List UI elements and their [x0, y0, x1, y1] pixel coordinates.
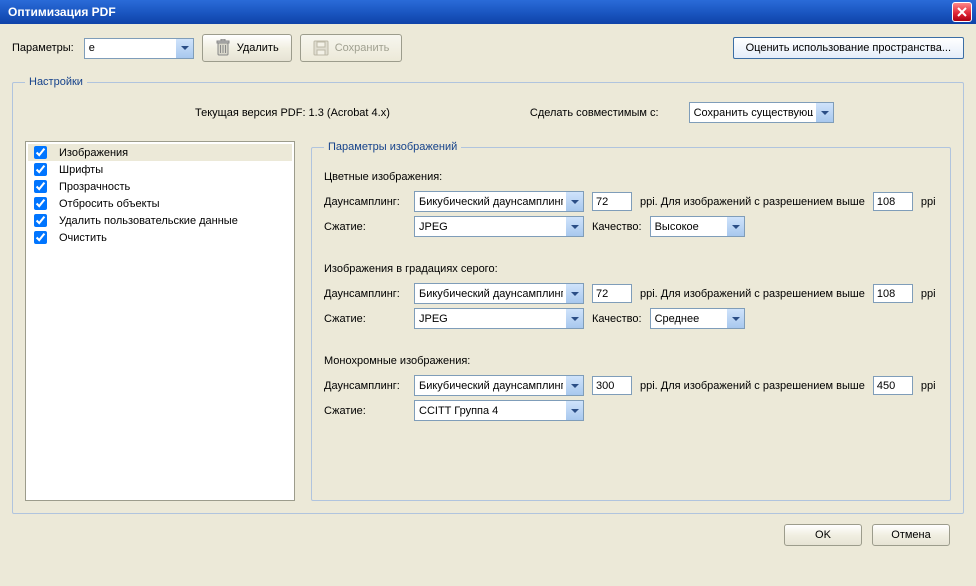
sidebar-checkbox[interactable]	[34, 197, 47, 210]
compress-combo[interactable]: JPEG	[414, 216, 584, 237]
window-title: Оптимизация PDF	[8, 5, 116, 19]
downsample-label: Даунсамплинг:	[324, 380, 406, 392]
dpi-input[interactable]	[592, 284, 632, 303]
ppi-suffix: ppi	[921, 196, 936, 208]
sidebar-checkbox[interactable]	[34, 163, 47, 176]
quality-combo[interactable]: Высокое	[650, 216, 745, 237]
sidebar-item-label: Шрифты	[59, 164, 103, 176]
pdf-version-label: Текущая версия PDF: 1.3 (Acrobat 4.x)	[195, 107, 390, 119]
save-button-label: Сохранить	[335, 42, 390, 54]
sidebar-item[interactable]: Удалить пользовательские данные	[28, 212, 292, 229]
quality-label: Качество:	[592, 221, 642, 233]
compat-combo[interactable]: Сохранить существующую	[689, 102, 834, 123]
trash-icon	[215, 39, 231, 57]
compress-label: Сжатие:	[324, 405, 406, 417]
compress-combo[interactable]: CCITT Группа 4	[414, 400, 584, 421]
sidebar-item[interactable]: Изображения	[28, 144, 292, 161]
dialog-footer: OK Отмена	[12, 514, 964, 546]
downsample-label: Даунсамплинг:	[324, 288, 406, 300]
ppi-text: ppi. Для изображений с разрешением выше	[640, 288, 865, 300]
delete-button-label: Удалить	[237, 42, 279, 54]
params-label: Параметры:	[12, 42, 74, 54]
compat-label: Сделать совместимым с:	[530, 107, 659, 119]
title-bar: Оптимизация PDF	[0, 0, 976, 24]
sidebar-item-label: Очистить	[59, 232, 107, 244]
dpi-input[interactable]	[592, 376, 632, 395]
dpi-input[interactable]	[592, 192, 632, 211]
floppy-icon	[313, 40, 329, 56]
downsample-combo[interactable]: Бикубический даунсамплинг	[414, 375, 584, 396]
sidebar-item[interactable]: Шрифты	[28, 161, 292, 178]
ppi-text: ppi. Для изображений с разрешением выше	[640, 380, 865, 392]
sidebar-checkbox[interactable]	[34, 146, 47, 159]
space-usage-button[interactable]: Оценить использование пространства...	[733, 37, 964, 59]
category-list: Изображения Шрифты Прозрачность Отбросить о…	[25, 141, 295, 501]
cancel-button[interactable]: Отмена	[872, 524, 950, 546]
close-icon	[957, 7, 967, 17]
sidebar-checkbox[interactable]	[34, 180, 47, 193]
above-input[interactable]	[873, 284, 913, 303]
toolbar: Параметры: e Удалить Сохранить	[12, 34, 964, 62]
compress-label: Сжатие:	[324, 313, 406, 325]
settings-fieldset: Настройки Текущая версия PDF: 1.3 (Acrob…	[12, 76, 964, 514]
dialog-body: Параметры: e Удалить Сохранить	[0, 24, 976, 556]
quality-combo[interactable]: Среднее	[650, 308, 745, 329]
ppi-suffix: ppi	[921, 288, 936, 300]
sidebar-item[interactable]: Очистить	[28, 229, 292, 246]
panel-legend: Параметры изображений	[324, 141, 461, 153]
group-title: Монохромные изображения:	[324, 355, 938, 367]
ppi-text: ppi. Для изображений с разрешением выше	[640, 196, 865, 208]
above-input[interactable]	[873, 376, 913, 395]
above-input[interactable]	[873, 192, 913, 211]
image-params-fieldset: Параметры изображений Цветные изображени…	[311, 141, 951, 501]
sidebar-item-label: Удалить пользовательские данные	[59, 215, 238, 227]
ok-button[interactable]: OK	[784, 524, 862, 546]
compress-label: Сжатие:	[324, 221, 406, 233]
save-button: Сохранить	[300, 34, 403, 62]
info-row: Текущая версия PDF: 1.3 (Acrobat 4.x) Сд…	[25, 98, 951, 141]
settings-legend: Настройки	[25, 76, 87, 88]
sidebar-item[interactable]: Прозрачность	[28, 178, 292, 195]
quality-label: Качество:	[592, 313, 642, 325]
compress-combo[interactable]: JPEG	[414, 308, 584, 329]
sidebar-item-label: Отбросить объекты	[59, 198, 160, 210]
sidebar-checkbox[interactable]	[34, 231, 47, 244]
downsample-combo[interactable]: Бикубический даунсамплинг	[414, 191, 584, 212]
ppi-suffix: ppi	[921, 380, 936, 392]
image-group: Изображения в градациях серого: Даунсампл…	[324, 263, 938, 329]
downsample-combo[interactable]: Бикубический даунсамплинг	[414, 283, 584, 304]
image-group: Цветные изображения: Даунсамплинг: Бикубич…	[324, 171, 938, 237]
group-title: Цветные изображения:	[324, 171, 938, 183]
sidebar-item-label: Изображения	[59, 147, 128, 159]
close-button[interactable]	[952, 2, 972, 22]
sidebar-checkbox[interactable]	[34, 214, 47, 227]
sidebar-item[interactable]: Отбросить объекты	[28, 195, 292, 212]
group-title: Изображения в градациях серого:	[324, 263, 938, 275]
image-group: Монохромные изображения: Даунсамплинг: Бик…	[324, 355, 938, 421]
delete-button[interactable]: Удалить	[202, 34, 292, 62]
downsample-label: Даунсамплинг:	[324, 196, 406, 208]
params-combo[interactable]: e	[84, 38, 194, 59]
sidebar-item-label: Прозрачность	[59, 181, 130, 193]
